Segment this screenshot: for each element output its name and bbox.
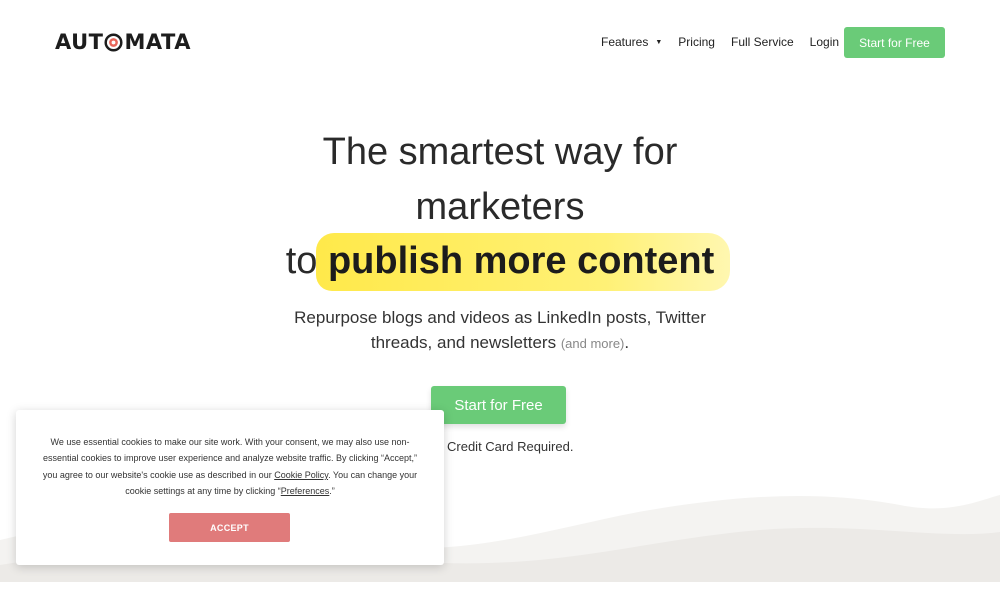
cookie-consent-banner: We use essential cookies to make our sit… — [16, 410, 444, 565]
caret-down-icon: ▼ — [655, 38, 663, 46]
credit-card-note: Credit Card Required. — [447, 439, 574, 454]
automata-logo[interactable]: AUT MATA — [55, 30, 191, 54]
hero-title-line-2: marketers — [415, 186, 585, 228]
hero-highlight: publish more content — [315, 233, 731, 291]
target-icon — [104, 32, 124, 52]
hero-title-line-3: to publish more content — [0, 233, 1000, 291]
top-navigation: AUT MATA Features ▼ Pricing Full Service… — [0, 0, 1000, 86]
nav-link-full-service[interactable]: Full Service — [731, 35, 794, 49]
nav-start-free-button[interactable]: Start for Free — [844, 27, 945, 58]
nav-link-pricing[interactable]: Pricing — [678, 35, 715, 49]
preferences-link[interactable]: Preferences — [281, 486, 330, 496]
hero-highlight-text: publish more content — [327, 240, 715, 282]
hero-subtitle-line-1: Repurpose blogs and videos as LinkedIn p… — [294, 308, 706, 327]
accept-cookies-button[interactable]: ACCEPT — [169, 513, 290, 542]
hero-subtitle-muted: (and more) — [560, 336, 625, 351]
hero-title-prefix: to — [285, 240, 318, 282]
cookie-policy-link[interactable]: Cookie Policy — [274, 470, 328, 480]
nav-link-features[interactable]: Features ▼ — [601, 35, 662, 49]
hero-subtitle-end: . — [624, 333, 630, 352]
nav-link-login[interactable]: Login — [810, 35, 839, 49]
hero-start-free-button[interactable]: Start for Free — [431, 386, 566, 424]
hero-title-line-1: The smartest way for — [322, 131, 678, 173]
logo-text-prefix: AUT — [55, 30, 104, 54]
hero-subtitle-line-2: threads, and newsletters (and more). — [0, 330, 1000, 356]
nav-links: Features ▼ Pricing Full Service Login — [601, 35, 855, 49]
logo-text-suffix: MATA — [124, 30, 191, 54]
nav-link-features-label: Features — [601, 35, 649, 49]
cookie-text-part-3: .” — [329, 486, 335, 497]
hero-subtitle-text: threads, and newsletters — [370, 333, 557, 352]
cookie-consent-text: We use essential cookies to make our sit… — [38, 434, 422, 500]
